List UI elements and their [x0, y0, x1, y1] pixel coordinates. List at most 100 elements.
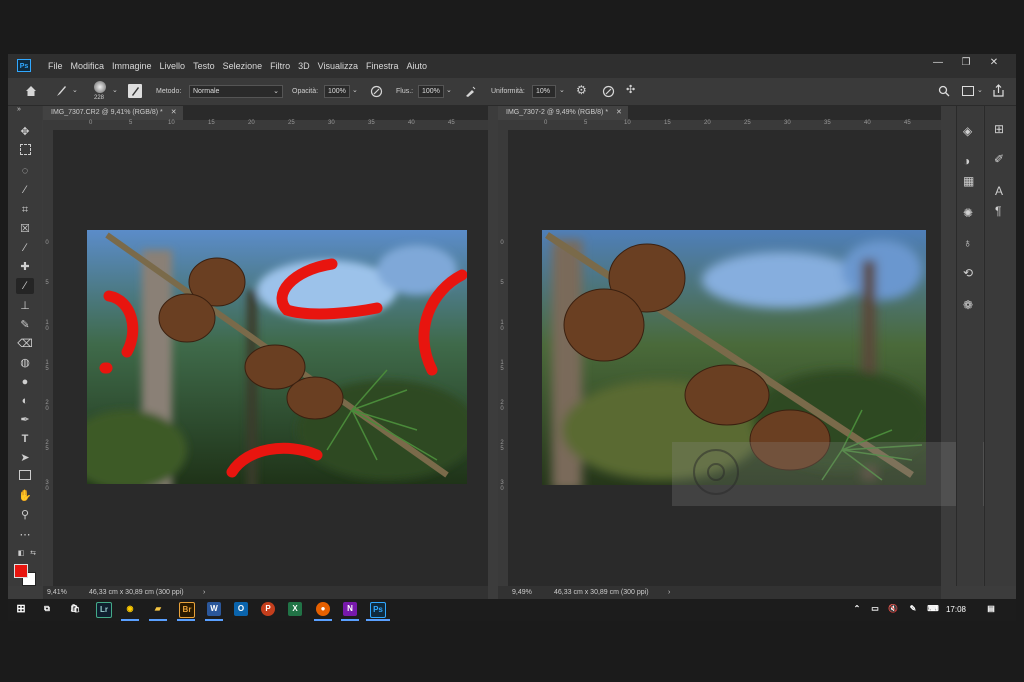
taskbar-clock[interactable]: 17:08 [946, 599, 966, 621]
more-tools-icon[interactable]: ⋯ [16, 527, 34, 543]
blur-tool-icon[interactable]: ● [16, 374, 34, 390]
word-icon[interactable]: W [207, 602, 221, 616]
swap-colors-icon[interactable]: ⇆ [24, 546, 42, 562]
history-brush-tool-icon[interactable]: ✎ [16, 317, 34, 333]
brush-tool-icon[interactable]: ∕ [16, 278, 34, 294]
metodo-select[interactable]: Normale ⌄ [189, 85, 283, 98]
document-canvas-1[interactable] [53, 130, 488, 586]
network-icon[interactable]: ▭ [868, 602, 882, 616]
type-tool-icon[interactable]: T [16, 431, 34, 447]
menu-aiuto[interactable]: Aiuto [403, 54, 432, 78]
dodge-tool-icon[interactable]: ◐ [16, 393, 34, 409]
menu-immagine[interactable]: Immagine [108, 54, 156, 78]
character-icon[interactable]: A [995, 184, 1003, 198]
brush-settings-icon[interactable]: ✐ [994, 152, 1004, 166]
close-icon[interactable]: ✕ [616, 109, 622, 116]
gear-icon[interactable]: ⚙ [576, 83, 587, 97]
powerpoint-icon[interactable]: P [261, 602, 275, 616]
task-view-icon[interactable]: ⧉ [40, 602, 54, 616]
channels-icon[interactable]: ❁ [963, 298, 973, 312]
healing-brush-tool-icon[interactable]: ✚ [16, 259, 34, 275]
close-icon[interactable]: ✕ [171, 109, 177, 116]
menu-visualizza[interactable]: Visualizza [314, 54, 362, 78]
chevron-down-icon[interactable]: ⌄ [112, 86, 118, 94]
windows-start-icon[interactable]: ⊞ [14, 602, 28, 616]
chevron-up-icon[interactable]: ⌃ [850, 602, 864, 616]
magic-wand-tool-icon[interactable]: ⁄ [16, 182, 34, 198]
chevron-down-icon[interactable]: ⌄ [446, 86, 452, 94]
lightbulb-icon[interactable]: ♁ [963, 236, 972, 250]
libraries-icon[interactable]: ⊞ [994, 122, 1004, 136]
speaker-muted-icon[interactable]: 🔇 [886, 602, 900, 616]
pressure-opacity-icon[interactable] [370, 85, 383, 98]
path-selection-tool-icon[interactable]: ➤ [16, 450, 34, 466]
close-button[interactable]: ✕ [980, 54, 1008, 74]
menu-selezione[interactable]: Selezione [219, 54, 267, 78]
chevron-down-icon[interactable]: ⌄ [559, 86, 565, 94]
menu-modifica[interactable]: Modifica [67, 54, 109, 78]
menu-filtro[interactable]: Filtro [266, 54, 294, 78]
chevron-down-icon[interactable]: ⌄ [977, 86, 983, 94]
lightroom-icon[interactable]: Lr [96, 602, 112, 618]
menu-3d[interactable]: 3D [294, 54, 314, 78]
adjustments-icon[interactable]: ◑ [963, 154, 970, 168]
onenote-icon[interactable]: N [343, 602, 357, 616]
uniformita-field[interactable]: 10% [532, 85, 556, 98]
minimize-button[interactable]: — [924, 54, 952, 74]
eyedropper-tool-icon[interactable]: ∕ [16, 240, 34, 256]
flusso-field[interactable]: 100% [418, 85, 444, 98]
chrome-icon[interactable]: ◉ [123, 602, 137, 616]
grid-icon[interactable]: ▦ [963, 174, 974, 188]
menu-finestra[interactable]: Finestra [362, 54, 403, 78]
workspace-icon[interactable] [962, 86, 974, 96]
document-canvas-2[interactable] [508, 130, 941, 586]
document-tab-1[interactable]: IMG_7307.CR2 @ 9,41% (RGB/8) * ✕ [43, 106, 183, 120]
hand-tool-icon[interactable]: ✋ [16, 488, 34, 504]
crop-tool-icon[interactable]: ⌗ [16, 202, 34, 218]
zoom-tool-icon[interactable]: ⚲ [16, 507, 34, 523]
clone-stamp-tool-icon[interactable]: ⊥ [16, 298, 34, 314]
frame-tool-icon[interactable]: ☒ [16, 221, 34, 237]
brush-settings-icon[interactable] [128, 84, 142, 98]
history-icon[interactable]: ⟲ [963, 266, 973, 280]
marquee-tool-icon[interactable] [16, 144, 34, 160]
opacita-field[interactable]: 100% [324, 85, 350, 98]
paint-bucket-tool-icon[interactable]: ◍ [16, 355, 34, 371]
chevron-down-icon[interactable]: ⌄ [72, 86, 78, 94]
menu-livello[interactable]: Livello [156, 54, 190, 78]
lasso-tool-icon[interactable]: ◌ [16, 163, 34, 179]
pen-icon[interactable]: ✎ [906, 602, 920, 616]
document-tab-2[interactable]: IMG_7307-2 @ 9,49% (RGB/8) * ✕ [498, 106, 628, 120]
keyboard-icon[interactable]: ⌨ [926, 602, 940, 616]
share-icon[interactable] [992, 84, 1005, 97]
rectangle-tool-icon[interactable] [16, 469, 34, 485]
brush-tool-preset-icon[interactable] [54, 84, 68, 98]
store-icon[interactable]: 🛍 [68, 602, 82, 616]
bridge-icon[interactable]: Br [179, 602, 195, 618]
layers-icon[interactable]: ◈ [963, 124, 972, 138]
zoom-level[interactable]: 9,49% [512, 586, 532, 599]
notifications-icon[interactable]: ▤ [984, 602, 998, 616]
chevron-down-icon[interactable]: ⌄ [352, 86, 358, 94]
menu-file[interactable]: File [44, 54, 67, 78]
paragraph-icon[interactable]: ¶ [995, 204, 1001, 218]
airbrush-icon[interactable] [464, 85, 477, 98]
move-tool-icon[interactable]: ✥ [16, 124, 34, 140]
outlook-icon[interactable]: O [234, 602, 248, 616]
firefox-icon[interactable]: ● [316, 602, 330, 616]
file-explorer-icon[interactable]: ▰ [151, 602, 165, 616]
foreground-color-swatch[interactable] [14, 564, 28, 578]
pressure-size-icon[interactable] [602, 85, 615, 98]
zoom-level[interactable]: 9,41% [47, 586, 67, 599]
butterfly-icon[interactable]: ✣ [626, 83, 635, 96]
pen-tool-icon[interactable]: ✒ [16, 412, 34, 428]
photoshop-taskbar-icon[interactable]: Ps [370, 602, 386, 618]
sun-icon[interactable]: ✺ [963, 206, 973, 220]
menu-testo[interactable]: Testo [189, 54, 219, 78]
chevron-right-icon[interactable]: › [203, 586, 205, 599]
collapse-arrows-icon[interactable]: » [10, 102, 28, 118]
chevron-right-icon[interactable]: › [668, 586, 670, 599]
excel-icon[interactable]: X [288, 602, 302, 616]
search-icon[interactable] [938, 85, 950, 97]
eraser-tool-icon[interactable]: ⌫ [16, 336, 34, 352]
